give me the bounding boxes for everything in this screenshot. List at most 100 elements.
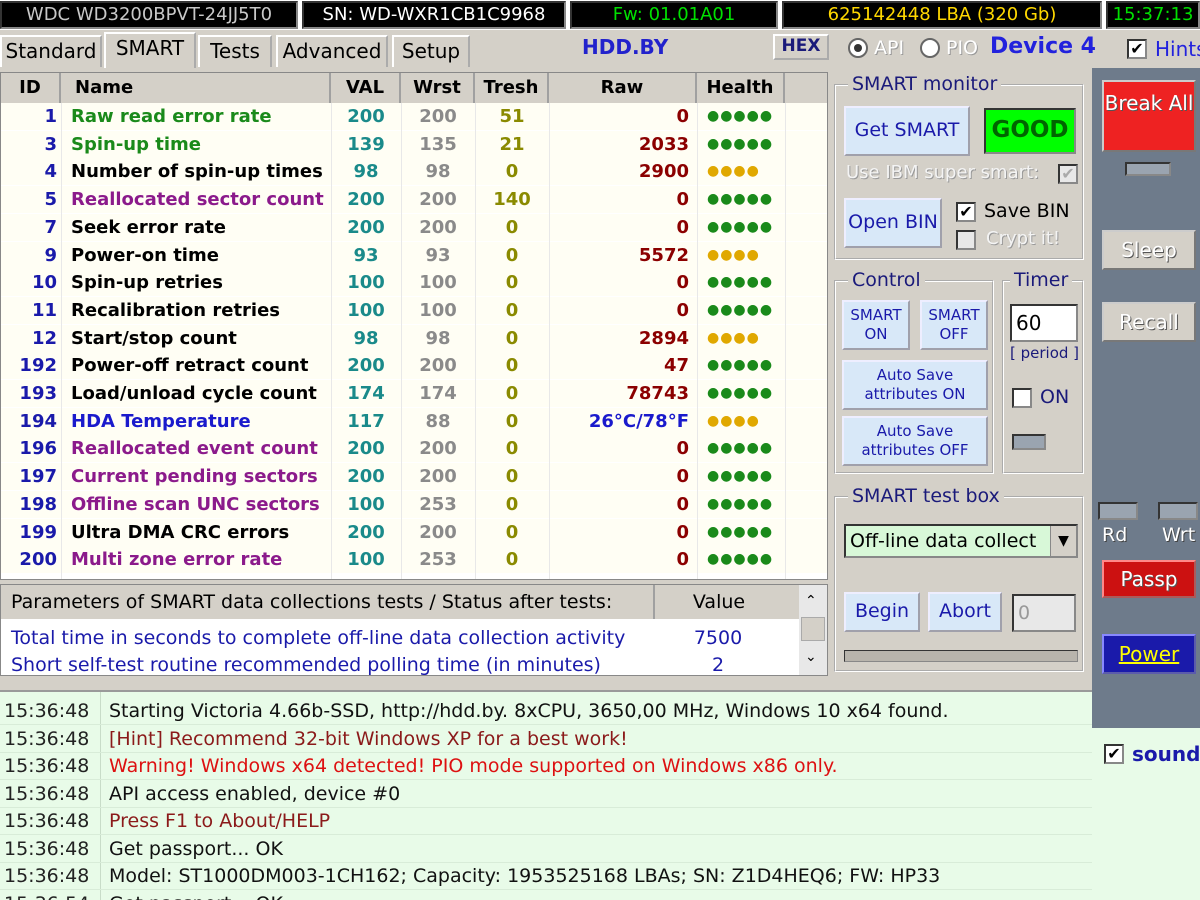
tab-setup[interactable]: Setup <box>392 35 470 67</box>
col-raw[interactable]: Raw <box>549 73 697 103</box>
attr-name: Current pending sectors <box>71 466 318 488</box>
test-count-input[interactable]: 0 <box>1012 594 1076 632</box>
column-divider <box>401 103 402 579</box>
table-row[interactable]: 11 Recalibration retries 100 100 0 0 ●●●●● <box>1 296 827 324</box>
timer-input[interactable]: 60 <box>1010 304 1078 342</box>
log-entry: 15:36:48 Get passport... OK <box>0 836 1092 863</box>
brand-label[interactable]: HDD.BY <box>582 35 668 59</box>
timer-on-checkbox[interactable] <box>1012 388 1032 408</box>
col-tresh[interactable]: Tresh <box>475 73 549 103</box>
pio-radio[interactable] <box>920 38 940 58</box>
table-row[interactable]: 199 Ultra DMA CRC errors 200 200 0 0 ●●●●● <box>1 518 827 546</box>
scroll-thumb[interactable] <box>801 617 825 641</box>
params-row-label: Total time in seconds to complete off-li… <box>11 627 626 649</box>
col-health[interactable]: Health <box>697 73 785 103</box>
crypt-checkbox[interactable] <box>956 230 976 250</box>
test-type-select[interactable]: Off-line data collect ▼ <box>844 524 1078 558</box>
save-bin-label: Save BIN <box>984 200 1070 222</box>
device-selector[interactable]: Device 4 <box>990 34 1096 59</box>
recall-button[interactable]: Recall <box>1102 302 1196 342</box>
rd-label: Rd <box>1102 524 1128 546</box>
tab-advanced[interactable]: Advanced <box>276 35 388 67</box>
col-name[interactable]: Name <box>61 73 331 103</box>
attr-worst: 253 <box>419 549 457 571</box>
table-row[interactable]: 1 Raw read error rate 200 200 51 0 ●●●●● <box>1 103 827 130</box>
autosave-off-button[interactable]: Auto Save attributes OFF <box>842 416 988 466</box>
power-button[interactable]: Power <box>1102 634 1196 674</box>
params-row: Short self-test routine recommended poll… <box>1 652 801 676</box>
attr-val: 200 <box>347 216 385 238</box>
attr-raw: 78743 <box>626 383 689 404</box>
crypt-label: Crypt it! <box>986 228 1061 249</box>
tab-smart[interactable]: SMART <box>104 32 196 68</box>
table-header: ID Name VAL Wrst Tresh Raw Health <box>1 73 827 103</box>
attr-id: 7 <box>44 216 57 238</box>
smart-off-button[interactable]: SMART OFF <box>920 300 988 350</box>
attr-health: ●●●●● <box>707 274 774 291</box>
sleep-button[interactable]: Sleep <box>1102 230 1196 270</box>
tab-tests[interactable]: Tests <box>198 35 272 67</box>
attr-val: 98 <box>353 161 379 183</box>
sound-checkbox[interactable]: ✔ <box>1104 744 1124 764</box>
attr-val: 200 <box>347 106 385 127</box>
autosave-on-button[interactable]: Auto Save attributes ON <box>842 360 988 410</box>
table-row[interactable]: 10 Spin-up retries 100 100 0 0 ●●●●● <box>1 269 827 297</box>
attr-val: 117 <box>347 410 385 432</box>
attr-threshold: 0 <box>505 410 519 432</box>
table-row[interactable]: 196 Reallocated event count 200 200 0 0 ●●●●● <box>1 435 827 463</box>
attr-health: ●●●● <box>707 163 760 180</box>
params-value-header: Value <box>653 585 783 619</box>
smart-on-button[interactable]: SMART ON <box>842 300 910 350</box>
save-bin-checkbox[interactable]: ✔ <box>956 202 976 222</box>
smart-test-box-group: SMART test box Off-line data collect ▼ B… <box>834 485 1084 672</box>
params-row-value: 2 <box>711 654 725 676</box>
table-row[interactable]: 12 Start/stop count 98 98 0 2894 ●●●● <box>1 324 827 352</box>
hex-button[interactable]: HEX <box>773 34 829 60</box>
hints-checkbox[interactable]: ✔ <box>1127 39 1147 59</box>
table-row[interactable]: 9 Power-on time 93 93 0 5572 ●●●● <box>1 241 827 269</box>
passp-button[interactable]: Passp <box>1102 560 1196 598</box>
attr-health: ●●●●● <box>707 523 774 540</box>
ibm-super-smart-checkbox[interactable]: ✔ <box>1058 164 1078 184</box>
table-row[interactable]: 193 Load/unload cycle count 174 174 0 78743 ●●… <box>1 380 827 407</box>
tab-bar: Standard SMART Tests Advanced Setup HDD.… <box>0 30 1200 68</box>
attr-name: Reallocated event count <box>71 438 318 460</box>
smart-params-panel: Parameters of SMART data collections tes… <box>0 584 828 676</box>
table-row[interactable]: 7 Seek error rate 200 200 0 0 ●●●●● <box>1 213 827 241</box>
table-row[interactable]: 197 Current pending sectors 200 200 0 0 ●●●●● <box>1 463 827 491</box>
attr-health: ●●●●● <box>707 385 774 401</box>
table-row[interactable]: 5 Reallocated sector count 200 200 140 0 ●●●●● <box>1 186 827 214</box>
attr-worst: 200 <box>419 106 457 127</box>
log-entry: 15:36:48 [Hint] Recommend 32-bit Windows … <box>0 726 1092 753</box>
attr-name: Seek error rate <box>71 216 226 238</box>
open-bin-button[interactable]: Open BIN <box>844 198 942 248</box>
table-row[interactable]: 198 Offline scan UNC sectors 100 253 0 0 ●●●●● <box>1 490 827 518</box>
table-row[interactable]: 4 Number of spin-up times 98 98 0 2900 ●●●● <box>1 158 827 186</box>
attr-name: HDA Temperature <box>71 410 251 432</box>
table-row[interactable]: 192 Power-off retract count 200 200 0 47 ●●●●● <box>1 352 827 380</box>
params-scrollbar[interactable]: ⌃ ⌄ <box>799 585 827 675</box>
chevron-down-icon[interactable]: ▼ <box>1050 526 1076 556</box>
attr-worst: 200 <box>419 355 457 377</box>
attr-name: Start/stop count <box>71 327 237 349</box>
col-wrst[interactable]: Wrst <box>401 73 475 103</box>
top-status-bar: WDC WD3200BPVT-24JJ5T0 SN: WD-WXR1CB1C99… <box>0 0 1200 30</box>
attr-health: ●●●●● <box>707 301 774 318</box>
table-row[interactable]: 200 Multi zone error rate 100 253 0 0 ●●●●● <box>1 546 827 574</box>
tab-standard[interactable]: Standard <box>0 35 102 67</box>
scroll-down-icon[interactable]: ⌄ <box>805 649 817 665</box>
col-val[interactable]: VAL <box>331 73 401 103</box>
abort-button[interactable]: Abort <box>928 592 1002 632</box>
table-row[interactable]: 194 HDA Temperature 117 88 0 26°C/78°F ●●●● <box>1 407 827 435</box>
col-id[interactable]: ID <box>1 73 61 103</box>
attr-health: ●●●●● <box>707 357 774 374</box>
begin-button[interactable]: Begin <box>844 592 920 632</box>
table-row[interactable]: 3 Spin-up time 139 135 21 2033 ●●●●● <box>1 130 827 158</box>
log-time: 15:36:48 <box>4 700 90 722</box>
break-all-button[interactable]: Break All <box>1102 80 1196 152</box>
get-smart-button[interactable]: Get SMART <box>844 106 970 156</box>
attr-id: 11 <box>31 299 57 321</box>
scroll-up-icon[interactable]: ⌃ <box>805 593 817 609</box>
log-time: 15:36:48 <box>4 865 90 887</box>
api-radio[interactable] <box>848 38 868 58</box>
